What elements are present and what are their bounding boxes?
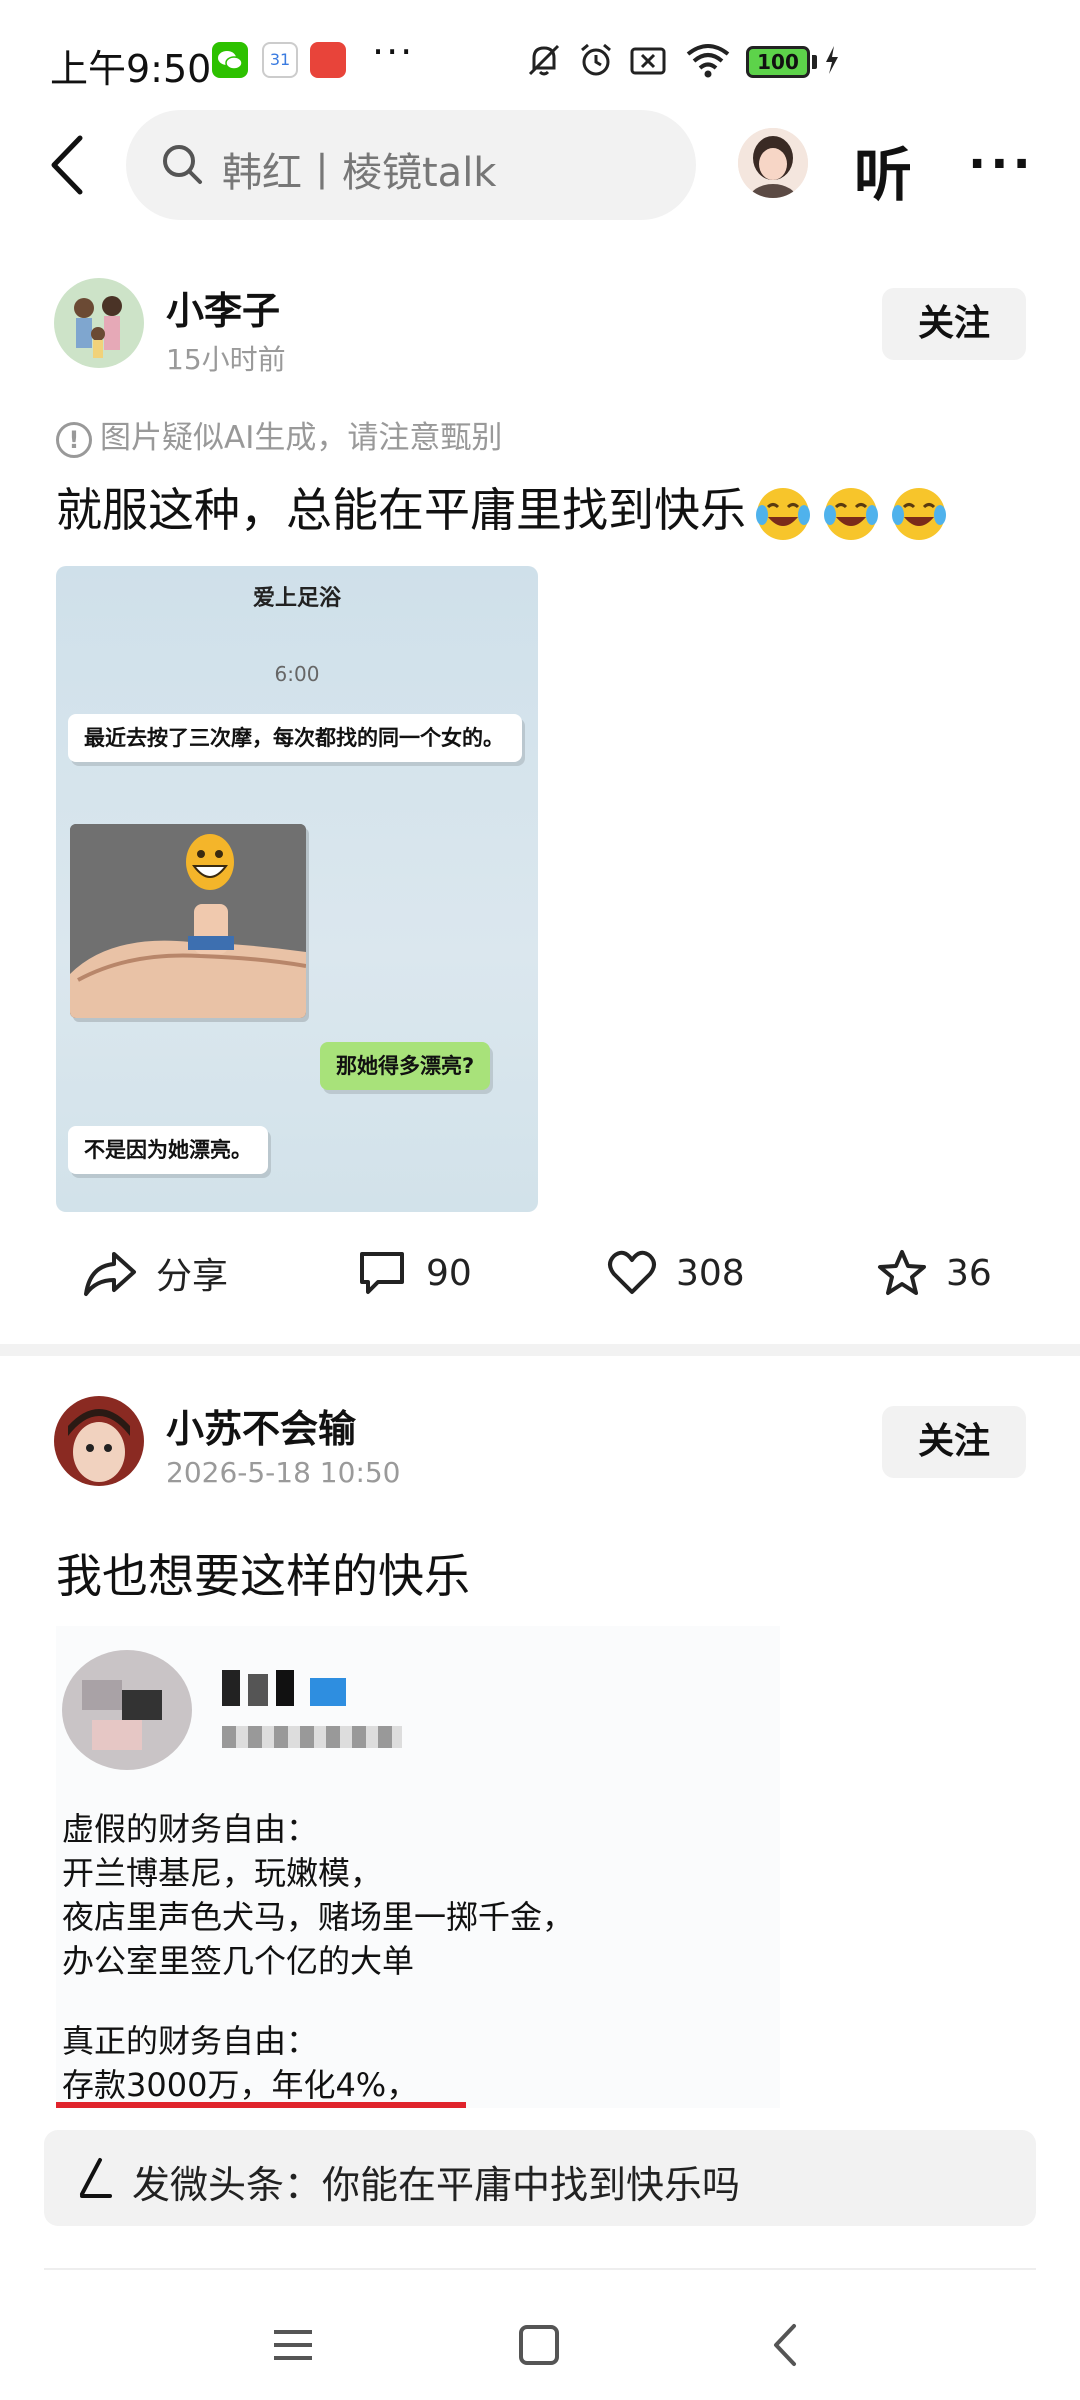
- post-text-content: 就服这种，总能在平庸里找到快乐: [56, 483, 746, 537]
- chat-title: 爱上足浴: [252, 586, 341, 611]
- follow-button[interactable]: 关注: [882, 1406, 1026, 1478]
- charging-icon: [826, 46, 838, 74]
- comment-button[interactable]: 90: [356, 1238, 472, 1308]
- top-nav: 韩红丨棱镜talk 听 ···: [0, 110, 1080, 220]
- share-label: 分享: [156, 1256, 229, 1297]
- listen-button[interactable]: 听: [854, 128, 912, 212]
- compose-text: 发微头条：你能在平庸中找到快乐吗: [132, 2163, 741, 2207]
- back-icon[interactable]: [40, 132, 100, 198]
- search-query: 韩红丨棱镜talk: [222, 150, 497, 196]
- share-button[interactable]: 分享: [82, 1238, 228, 1308]
- battery-indicator: 100: [746, 46, 810, 78]
- status-time: 上午9:50: [50, 47, 212, 91]
- post-time: 2026-5-18 10:50: [166, 1456, 401, 1489]
- home-icon[interactable]: [504, 2310, 574, 2380]
- text-line: 虚假的财务自由：: [62, 1810, 319, 1848]
- text-line: 办公室里签几个亿的大单: [62, 1942, 415, 1980]
- user-avatar[interactable]: [738, 128, 808, 198]
- section-divider: [0, 1344, 1080, 1356]
- post-text[interactable]: 就服这种，总能在平庸里找到快乐: [56, 474, 950, 545]
- author-avatar[interactable]: [54, 1396, 144, 1486]
- status-bar: 上午9:50 31 ··· 100: [0, 0, 1080, 110]
- sim-off-icon: [630, 47, 666, 75]
- ai-notice: ! 图片疑似AI生成，请注意甄别: [56, 412, 502, 458]
- comment-icon: [360, 1252, 404, 1294]
- laugh-cry-emoji-icon: [756, 487, 810, 540]
- grin-emoji-icon: [186, 834, 234, 890]
- more-options-icon[interactable]: ···: [968, 136, 1035, 192]
- ai-notice-text: 图片疑似AI生成，请注意甄别: [100, 420, 503, 456]
- wechat-icon: [212, 42, 248, 78]
- laugh-cry-emoji-icon: [892, 487, 946, 540]
- post-image[interactable]: 爱上足浴 6:00 最近去按了三次摩，每次都找的同一个女的。 那她得多漂亮? 不…: [56, 566, 538, 1212]
- more-notifications-icon: ···: [372, 30, 415, 74]
- back-nav-icon[interactable]: [752, 2310, 822, 2380]
- post-time: 15小时前: [166, 343, 286, 376]
- chat-message: 不是因为她漂亮。: [68, 1126, 268, 1174]
- comment-count: 90: [426, 1252, 472, 1294]
- text-line: 开兰博基尼，玩嫩模，: [62, 1854, 383, 1892]
- heart-icon: [608, 1250, 656, 1294]
- alarm-icon: [581, 43, 611, 76]
- like-button[interactable]: 308: [606, 1238, 745, 1308]
- laugh-cry-emoji-icon: [824, 487, 878, 540]
- system-nav-bar: [0, 2290, 1080, 2400]
- search-icon: [163, 145, 202, 184]
- menu-icon[interactable]: [258, 2310, 328, 2380]
- star-icon: [878, 1250, 926, 1295]
- pen-icon: [80, 2158, 112, 2198]
- calendar-icon: 31: [262, 42, 298, 78]
- text-line: 夜店里声色犬马，赌场里一掷千金，: [62, 1898, 575, 1936]
- info-icon: !: [56, 421, 92, 458]
- app-notification-icon: [310, 42, 346, 78]
- post-image[interactable]: 虚假的财务自由： 开兰博基尼，玩嫩模， 夜店里声色犬马，赌场里一掷千金， 办公室…: [56, 1626, 780, 2108]
- blurred-username: [222, 1670, 362, 1706]
- chat-message: 那她得多漂亮?: [320, 1042, 491, 1090]
- author-name[interactable]: 小苏不会输: [166, 1398, 356, 1453]
- nav-divider: [44, 2268, 1036, 2270]
- chat-time: 6:00: [274, 662, 320, 686]
- text-line: 存款3000万，年化4%，: [62, 2066, 419, 2104]
- post-text[interactable]: 我也想要这样的快乐: [56, 1540, 470, 1606]
- like-count: 308: [676, 1252, 745, 1294]
- share-icon: [84, 1252, 136, 1296]
- follow-button[interactable]: 关注: [882, 288, 1026, 360]
- text-line: 真正的财务自由：: [62, 2022, 319, 2060]
- post-actions: 分享 90 308 36: [0, 1238, 1080, 1308]
- author-avatar[interactable]: [54, 278, 144, 368]
- favorite-button[interactable]: 36: [876, 1238, 992, 1308]
- favorite-count: 36: [946, 1252, 992, 1294]
- red-underline: [56, 2102, 466, 2108]
- wifi-icon: [686, 44, 730, 78]
- chat-message: 最近去按了三次摩，每次都找的同一个女的。: [68, 714, 522, 762]
- battery-tip: [812, 55, 817, 69]
- mute-bell-icon: [528, 44, 560, 76]
- blurred-handle: [222, 1726, 402, 1748]
- search-input[interactable]: 韩红丨棱镜talk: [126, 110, 696, 220]
- chat-photo: [70, 824, 306, 1018]
- author-name[interactable]: 小李子: [166, 280, 280, 335]
- blurred-avatar: [62, 1650, 192, 1770]
- compose-bar[interactable]: 发微头条：你能在平庸中找到快乐吗: [44, 2130, 1036, 2226]
